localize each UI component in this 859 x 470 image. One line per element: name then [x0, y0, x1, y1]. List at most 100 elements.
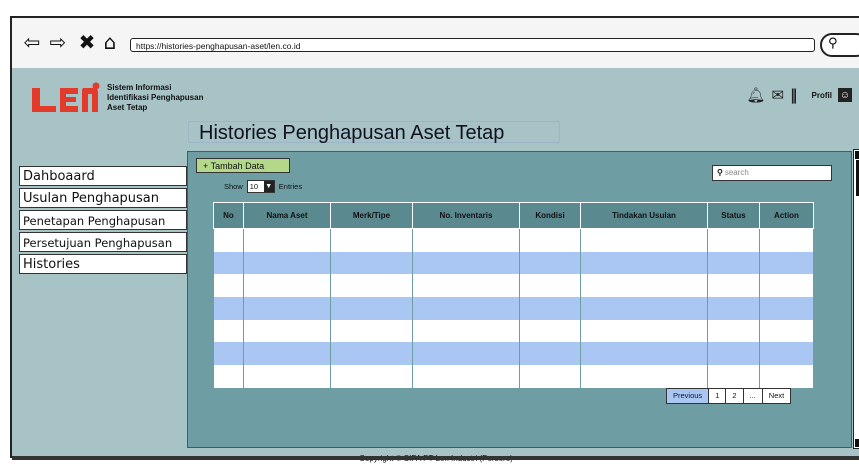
len-logo: [32, 82, 100, 112]
table-cell: [759, 228, 814, 252]
scrollbar[interactable]: [853, 149, 859, 449]
profile-label[interactable]: Profil: [812, 91, 832, 100]
table-cell: [759, 274, 814, 298]
user-icon[interactable]: ☺: [838, 88, 852, 102]
close-icon[interactable]: ✖: [77, 30, 97, 54]
table-cell: [519, 319, 581, 343]
sidebar-item-histories[interactable]: Histories: [19, 254, 187, 274]
table-cell: [243, 228, 331, 252]
chevron-down-icon: ▼: [263, 181, 274, 192]
table-cell: [243, 365, 331, 388]
next-button[interactable]: Next: [763, 389, 790, 403]
table-cell: [759, 365, 814, 388]
column-header: No: [213, 202, 244, 229]
table-cell: [412, 297, 520, 320]
table-cell: [519, 274, 581, 298]
table-row: [213, 228, 814, 252]
column-header: Kondisi: [519, 202, 581, 229]
column-header: Nama Aset: [243, 202, 331, 229]
table-cell: [519, 228, 581, 252]
page-button[interactable]: 2: [726, 389, 744, 403]
search-icon: ⚲: [828, 36, 838, 51]
menu-icon[interactable]: ‖: [790, 86, 798, 104]
table-row: [213, 365, 814, 388]
bell-icon[interactable]: 🔔︎: [746, 86, 765, 104]
table-cell: [759, 319, 814, 343]
table-cell: [580, 342, 708, 366]
table-cell: [330, 228, 413, 252]
table-cell: [412, 342, 520, 366]
table-body: [213, 228, 814, 388]
table-row: [213, 342, 814, 366]
table-cell: [330, 365, 413, 388]
sidebar-item-penetapan[interactable]: Penetapan Penghapusan: [19, 210, 187, 230]
table-cell: [412, 274, 520, 298]
table-cell: [580, 297, 708, 320]
column-header: Tindakan Usulan: [580, 202, 708, 229]
table-header-row: No Nama Aset Merk/Tipe No. Inventaris Ko…: [213, 202, 814, 229]
histories-table: No Nama Aset Merk/Tipe No. Inventaris Ko…: [213, 202, 814, 388]
app-brand: Sistem Informasi Identifikasi Penghapusa…: [107, 83, 203, 113]
search-input[interactable]: ⚲ search: [712, 165, 832, 181]
sidebar: Dahboaard Usulan Penghapusan Penetapan P…: [19, 166, 187, 276]
table-cell: [243, 274, 331, 298]
app-area: Sistem Informasi Identifikasi Penghapusa…: [12, 68, 859, 463]
table-cell: [707, 228, 760, 252]
entries-control: Show 10 ▼ Entries: [224, 180, 302, 193]
table-cell: [243, 319, 331, 343]
table-row: [213, 274, 814, 298]
sidebar-item-usulan[interactable]: Usulan Penghapusan: [19, 188, 187, 208]
table-cell: [412, 365, 520, 388]
entries-select[interactable]: 10 ▼: [246, 180, 275, 193]
table-cell: [707, 319, 760, 343]
table-cell: [759, 297, 814, 320]
table-cell: [412, 251, 520, 275]
table-cell: [580, 228, 708, 252]
brand-line: Sistem Informasi: [107, 83, 172, 92]
table-row: [213, 251, 814, 275]
browser-window: ⇦ ⇨ ✖ ⌂ https://histories-penghapusan-as…: [10, 16, 859, 463]
column-header: Action: [759, 202, 814, 229]
table-cell: [330, 319, 413, 343]
table-row: [213, 319, 814, 343]
table-cell: [759, 251, 814, 275]
table-cell: [213, 342, 244, 366]
table-cell: [213, 297, 244, 320]
table-cell: [412, 319, 520, 343]
sidebar-item-dashboard[interactable]: Dahboaard: [19, 166, 187, 186]
home-icon[interactable]: ⌂: [100, 30, 120, 54]
browser-search-button[interactable]: ⚲: [820, 33, 859, 57]
table-cell: [759, 342, 814, 366]
table-row: [213, 297, 814, 320]
previous-button[interactable]: Previous: [667, 389, 710, 403]
column-header: No. Inventaris: [412, 202, 520, 229]
table-cell: [213, 274, 244, 298]
scroll-down-icon[interactable]: [855, 439, 859, 447]
table-cell: [519, 365, 581, 388]
page-button[interactable]: 1: [709, 389, 727, 403]
address-bar[interactable]: https://histories-penghapusan-aset/len.c…: [130, 38, 815, 52]
sidebar-item-persetujuan[interactable]: Persetujuan Penghapusan: [19, 232, 187, 252]
brand-line: Aset Tetap: [107, 103, 148, 112]
search-placeholder: search: [724, 168, 749, 177]
mail-icon[interactable]: ✉: [771, 86, 784, 104]
search-icon: ⚲: [717, 168, 723, 177]
table-cell: [707, 297, 760, 320]
table-cell: [707, 365, 760, 388]
forward-icon[interactable]: ⇨: [48, 30, 68, 54]
table-cell: [330, 274, 413, 298]
pagination: Previous 1 2 ... Next: [666, 388, 792, 404]
bottom-band: [12, 456, 859, 460]
scroll-up-icon[interactable]: [855, 151, 859, 159]
table-cell: [519, 342, 581, 366]
entries-value: 10: [249, 182, 259, 191]
table-cell: [213, 251, 244, 275]
add-data-button[interactable]: + Tambah Data: [196, 158, 290, 173]
table-cell: [243, 342, 331, 366]
table-cell: [213, 319, 244, 343]
table-cell: [243, 251, 331, 275]
back-icon[interactable]: ⇦: [22, 30, 42, 54]
table-cell: [580, 365, 708, 388]
header-actions: 🔔︎ ✉ ‖ Profil ☺: [746, 86, 852, 104]
table-cell: [412, 228, 520, 252]
